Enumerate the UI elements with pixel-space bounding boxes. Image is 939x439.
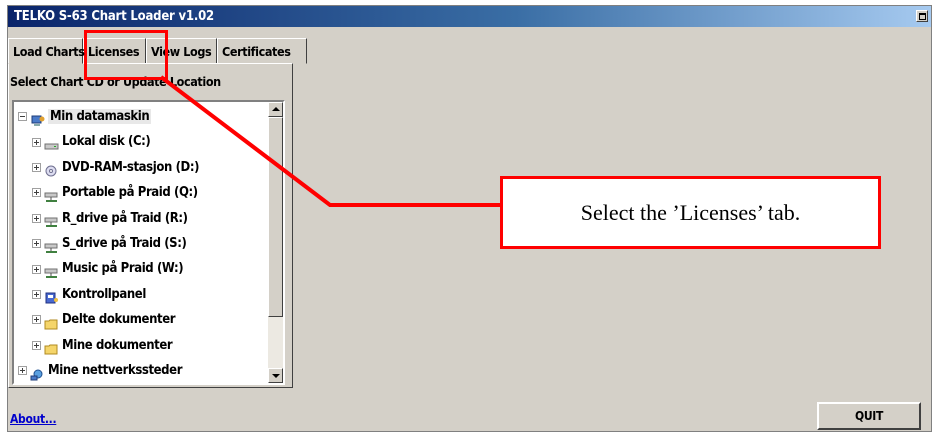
callout-text: Select the ’Licenses’ tab. (580, 199, 801, 225)
tab-load-charts[interactable]: Load Charts (8, 38, 85, 64)
callout-box: Select the ’Licenses’ tab. (500, 176, 881, 249)
